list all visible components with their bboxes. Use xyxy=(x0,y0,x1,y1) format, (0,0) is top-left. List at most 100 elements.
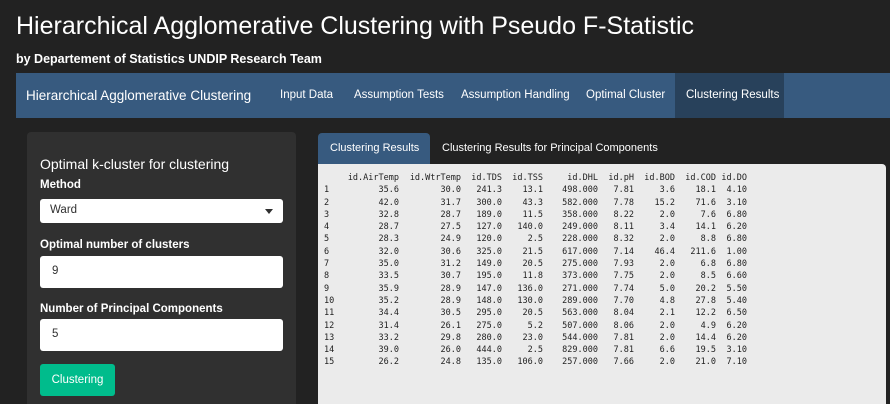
row-index: 13 xyxy=(324,332,335,343)
column-header: id.AirTemp xyxy=(347,173,399,183)
column-header: id.DO xyxy=(721,173,747,183)
table-cell: 14.4 xyxy=(695,332,716,343)
table-cell: 271.000 xyxy=(562,283,598,294)
table-cell: 2.0 xyxy=(659,332,675,343)
table-cell: 21.0 xyxy=(695,357,716,368)
table-cell: 249.000 xyxy=(562,222,598,233)
pc-label: Number of Principal Components xyxy=(40,303,223,315)
app-page: Hierarchical Agglomerative Clustering wi… xyxy=(0,0,890,404)
results-output: id.AirTemp id.WtrTemp id.TDS id.TSS id.D… xyxy=(318,164,886,404)
results-tabs: Clustering Results Clustering Results fo… xyxy=(318,133,890,164)
table-cell: 130.0 xyxy=(517,295,543,306)
table-cell: 7.75 xyxy=(613,271,634,282)
table-cell: 24.8 xyxy=(440,357,461,368)
table-cell: 28.9 xyxy=(440,283,461,294)
table-cell: 14.1 xyxy=(695,222,716,233)
pc-input[interactable]: 5 xyxy=(40,319,283,351)
row-index: 11 xyxy=(324,308,335,319)
row-index: 15 xyxy=(324,357,335,368)
table-cell: 28.9 xyxy=(440,295,461,306)
table-cell: 13.1 xyxy=(522,185,543,196)
column-header: id.DHL xyxy=(567,173,598,183)
table-cell: 35.2 xyxy=(378,295,399,306)
table-cell: 33.2 xyxy=(378,332,399,343)
table-cell: 3.10 xyxy=(726,197,747,208)
table-cell: 7.66 xyxy=(613,357,634,368)
clusters-input[interactable]: 9 xyxy=(40,256,283,288)
tab-pc-clustering-results[interactable]: Clustering Results for Principal Compone… xyxy=(430,133,670,164)
table-cell: 140.0 xyxy=(517,222,543,233)
table-cell: 5.0 xyxy=(659,283,675,294)
table-cell: 28.3 xyxy=(378,234,399,245)
nav-item-clustering-results[interactable]: Clustering Results xyxy=(675,73,784,118)
table-cell: 2.0 xyxy=(659,320,675,331)
table-cell: 23.0 xyxy=(522,332,543,343)
table-cell: 21.5 xyxy=(522,246,543,257)
table-cell: 33.5 xyxy=(378,271,399,282)
app-title: Hierarchical Agglomerative Clustering wi… xyxy=(16,12,695,40)
table-cell: 7.93 xyxy=(613,259,634,270)
table-cell: 29.8 xyxy=(440,332,461,343)
table-cell: 1.00 xyxy=(726,246,747,257)
table-cell: 26.1 xyxy=(440,320,461,331)
table-cell: 46.4 xyxy=(654,246,675,257)
row-index: 4 xyxy=(324,222,330,233)
table-cell: 4.8 xyxy=(659,295,675,306)
table-cell: 11.5 xyxy=(522,209,543,220)
table-cell: 35.6 xyxy=(378,185,399,196)
table-cell: 26.0 xyxy=(440,345,461,356)
table-cell: 7.81 xyxy=(613,185,634,196)
row-index: 1 xyxy=(324,185,330,196)
table-cell: 7.81 xyxy=(613,345,634,356)
column-header: id.TDS xyxy=(471,173,502,183)
app-subtitle: by Departement of Statistics UNDIP Resea… xyxy=(16,52,322,66)
table-cell: 195.0 xyxy=(476,271,502,282)
table-cell: 28.7 xyxy=(378,222,399,233)
row-index: 9 xyxy=(324,283,330,294)
table-cell: 211.6 xyxy=(690,246,716,257)
table-cell: 32.0 xyxy=(378,246,399,257)
table-cell: 373.000 xyxy=(562,271,598,282)
column-header: id.pH xyxy=(608,173,634,183)
table-cell: 30.0 xyxy=(440,185,461,196)
table-cell: 275.000 xyxy=(562,259,598,270)
nav-item-input-data[interactable]: Input Data xyxy=(280,73,333,118)
method-label: Method xyxy=(40,179,81,191)
table-cell: 28.7 xyxy=(440,209,461,220)
table-cell: 30.7 xyxy=(440,271,461,282)
table-cell: 106.0 xyxy=(517,357,543,368)
row-index: 14 xyxy=(324,345,335,356)
table-cell: 563.000 xyxy=(562,308,598,319)
table-cell: 127.0 xyxy=(476,222,502,233)
row-index: 3 xyxy=(324,209,330,220)
nav-item-assumption-tests[interactable]: Assumption Tests xyxy=(354,73,444,118)
navbar: Hierarchical Agglomerative Clustering In… xyxy=(16,73,890,118)
column-header: id.WtrTemp xyxy=(409,173,461,183)
sidebar-panel: Optimal k-cluster for clustering Method … xyxy=(27,132,296,404)
table-cell: 20.5 xyxy=(522,308,543,319)
table-cell: 498.000 xyxy=(562,185,598,196)
table-cell: 120.0 xyxy=(476,234,502,245)
table-cell: 8.06 xyxy=(613,320,634,331)
row-index: 6 xyxy=(324,246,330,257)
navbar-brand[interactable]: Hierarchical Agglomerative Clustering xyxy=(26,73,251,118)
table-cell: 5.50 xyxy=(726,283,747,294)
table-cell: 325.0 xyxy=(476,246,502,257)
row-index: 8 xyxy=(324,271,330,282)
table-cell: 20.2 xyxy=(695,283,716,294)
table-cell: 24.9 xyxy=(440,234,461,245)
clustering-button[interactable]: Clustering xyxy=(40,364,115,396)
table-cell: 4.10 xyxy=(726,185,747,196)
table-cell: 358.000 xyxy=(562,209,598,220)
table-cell: 8.8 xyxy=(700,234,716,245)
nav-item-optimal-cluster[interactable]: Optimal Cluster xyxy=(586,73,665,118)
table-cell: 7.81 xyxy=(613,332,634,343)
clusters-input-value: 9 xyxy=(52,265,59,277)
method-select[interactable]: Ward xyxy=(40,199,283,223)
table-cell: 149.0 xyxy=(476,259,502,270)
tab-clustering-results[interactable]: Clustering Results xyxy=(318,133,430,164)
table-cell: 5.40 xyxy=(726,295,747,306)
nav-item-assumption-handling[interactable]: Assumption Handling xyxy=(461,73,570,118)
row-index: 7 xyxy=(324,259,330,270)
table-cell: 2.0 xyxy=(659,271,675,282)
